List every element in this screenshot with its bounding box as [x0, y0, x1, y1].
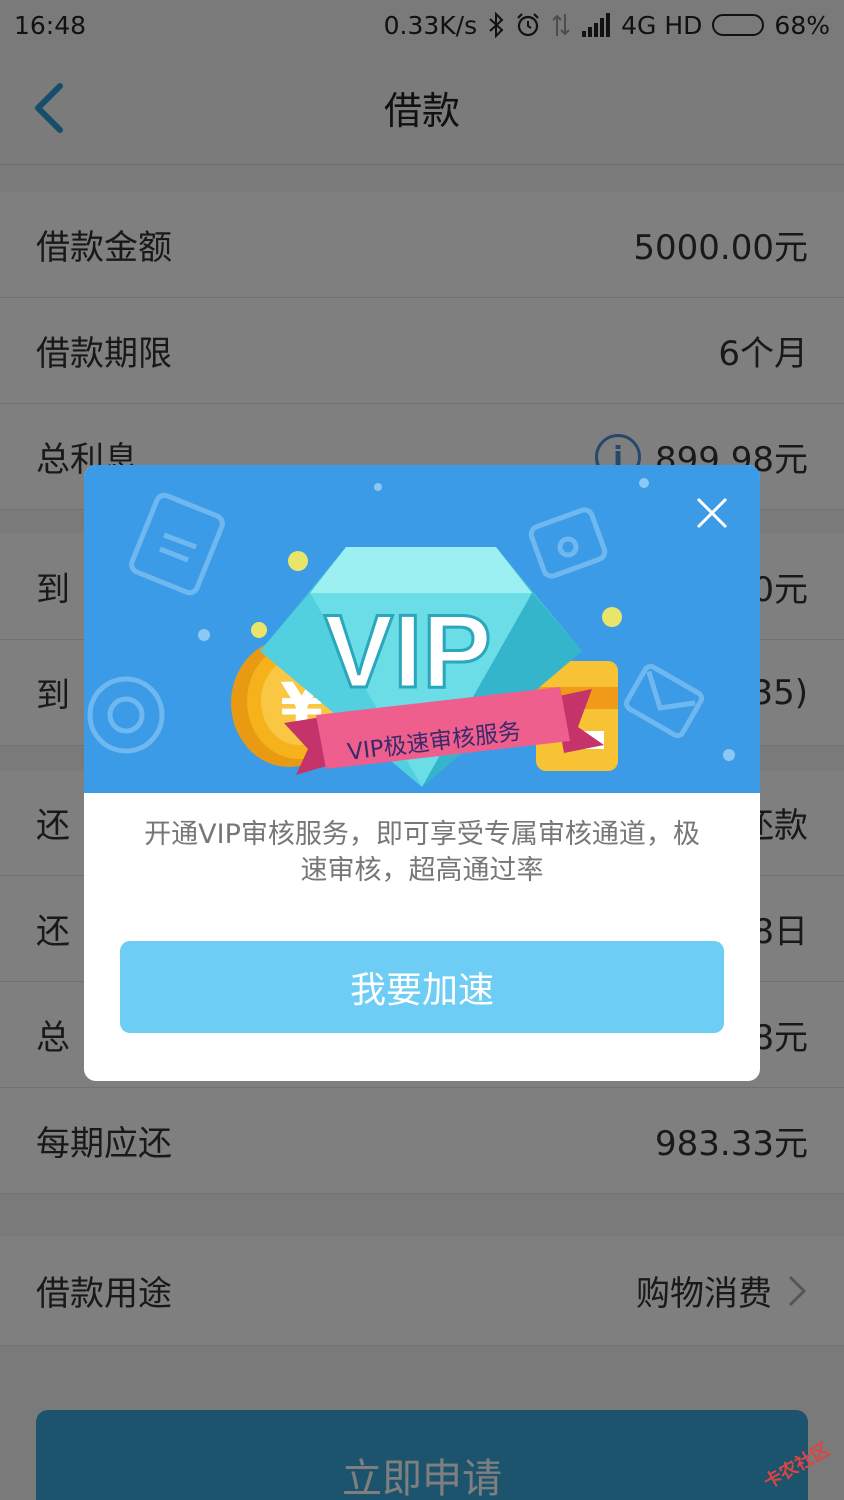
accelerate-button[interactable]: 我要加速 — [120, 941, 724, 1033]
chat-icon — [87, 676, 165, 754]
vip-description: 开通VIP审核服务，即可享受专属审核通道，极速审核，超高通过率 — [144, 819, 700, 886]
document-icon — [129, 492, 225, 596]
vip-illustration: ¥ VIP VIP极速审核服务 — [87, 478, 735, 787]
close-icon[interactable] — [694, 495, 730, 531]
envelope-icon — [623, 663, 705, 739]
vip-modal: ¥ VIP VIP极速审核服务 开通VIP审核服务，即可享受专属审核通道，极速审… — [84, 465, 760, 1081]
wallet-icon — [528, 507, 608, 579]
vip-banner: ¥ VIP VIP极速审核服务 — [84, 465, 760, 793]
vip-title: VIP — [324, 594, 492, 710]
